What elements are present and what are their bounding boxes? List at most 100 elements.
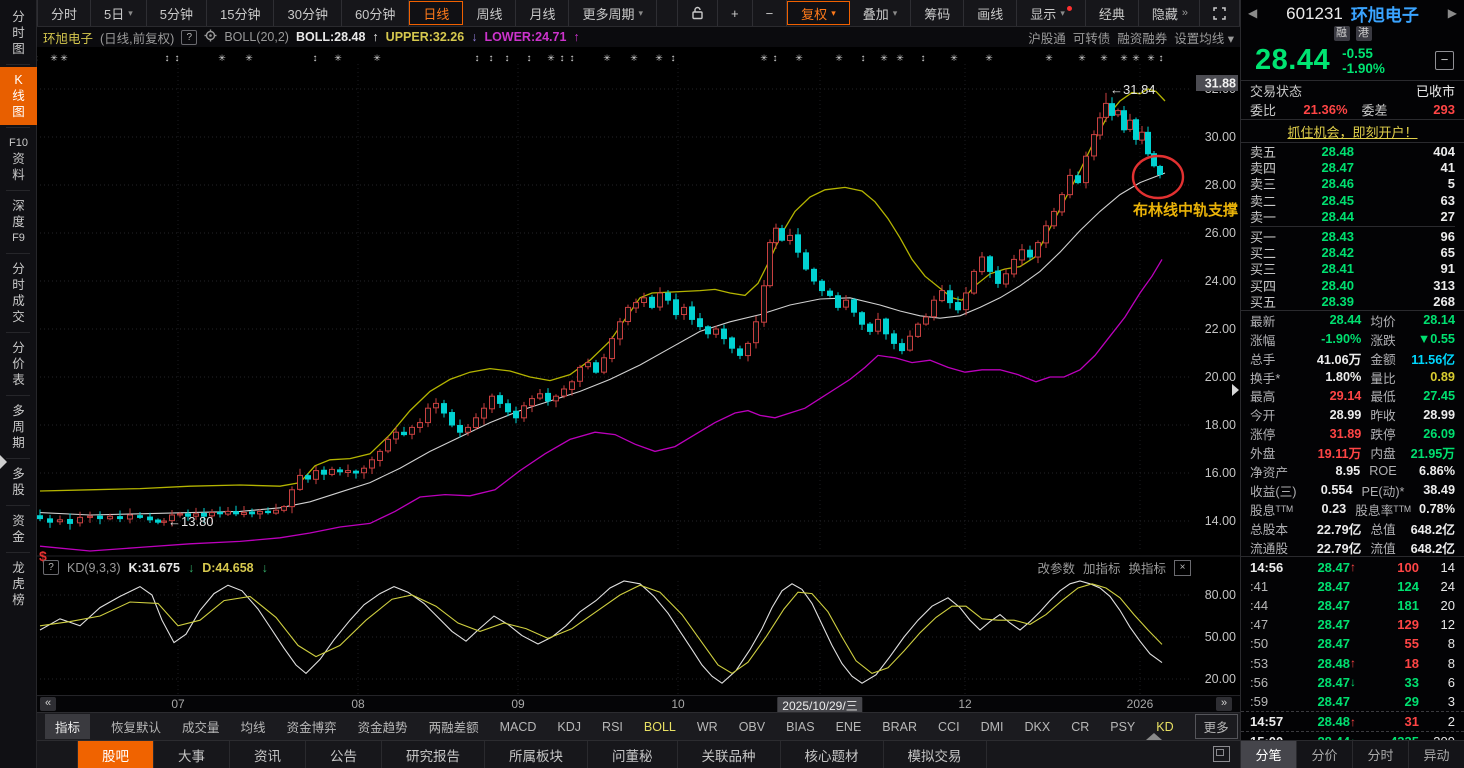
ask-row[interactable]: 卖四 28.47 41 <box>1241 159 1464 176</box>
indicator-tab-恢复默认[interactable]: 恢复默认 <box>111 717 161 736</box>
ask-row[interactable]: 卖五 28.48 404 <box>1241 143 1464 160</box>
indicator-tab-BIAS[interactable]: BIAS <box>786 720 815 734</box>
indicator-tab-BOLL[interactable]: BOLL <box>644 720 676 734</box>
kd-action-1[interactable]: 加指标 <box>1083 558 1121 577</box>
toolbar-classic-button[interactable]: 经典 <box>1086 0 1139 26</box>
right-panel-collapse-handle[interactable] <box>1232 384 1239 396</box>
toolbar-lock-button[interactable] <box>676 0 718 26</box>
bid-row[interactable]: 买二 28.42 65 <box>1241 244 1464 261</box>
close-icon[interactable]: × <box>1174 559 1191 576</box>
indicator-tab-资金趋势[interactable]: 资金趋势 <box>358 717 408 736</box>
tick-row[interactable]: :59 28.47 29 3 <box>1241 692 1464 711</box>
sidebar-item-multi-period[interactable]: 多周期 <box>0 398 37 456</box>
tick-tab-异动[interactable]: 异动 <box>1409 741 1464 768</box>
sidebar-item-funds[interactable]: 资金 <box>0 508 37 550</box>
gear-icon[interactable] <box>204 29 217 45</box>
sidebar-expand-handle[interactable] <box>0 455 7 469</box>
period-tab-fenshi[interactable]: 分时 <box>37 0 92 26</box>
toolbar-hide-button[interactable]: 隐藏» <box>1139 0 1200 26</box>
indicator-tab-BRAR[interactable]: BRAR <box>882 720 917 734</box>
bottom-tab-bankuai[interactable]: 所属板块 <box>485 741 588 768</box>
bid-row[interactable]: 买四 28.40 313 <box>1241 277 1464 294</box>
indicator-tab-KDJ[interactable]: KDJ <box>557 720 581 734</box>
tick-row[interactable]: :50 28.47 55 8 <box>1241 634 1464 653</box>
sidebar-item-f10[interactable]: F10 资料 <box>0 130 37 188</box>
toolbar-fullscreen-button[interactable] <box>1200 0 1240 26</box>
tick-row[interactable]: :44 28.47 181 20 <box>1241 596 1464 615</box>
restore-panel-icon[interactable] <box>1213 746 1230 762</box>
period-tab-5d[interactable]: 5日 ▾ <box>91 0 147 26</box>
period-tab-30m[interactable]: 30分钟 <box>274 0 342 26</box>
indicator-tab-PSY[interactable]: PSY <box>1110 720 1135 734</box>
prev-stock-arrow[interactable]: ◀ <box>1248 6 1257 20</box>
toolbar-chips-button[interactable]: 筹码 <box>911 0 965 26</box>
bottom-tab-ticai[interactable]: 核心题材 <box>781 741 884 768</box>
period-tab-more-period[interactable]: 更多周期 ▾ <box>569 0 658 26</box>
toolbar-fuquan-button[interactable]: 复权 ▾ <box>787 1 850 25</box>
tick-row[interactable]: :41 28.47 124 24 <box>1241 577 1464 596</box>
kd-action-2[interactable]: 换指标 <box>1128 558 1166 577</box>
period-tab-15m[interactable]: 15分钟 <box>207 0 275 26</box>
tick-row[interactable]: :53 28.48 ↑ 18 8 <box>1241 653 1464 672</box>
indicator-tab-资金博弈[interactable]: 资金博弈 <box>287 717 337 736</box>
period-tab-weekly[interactable]: 周线 <box>463 0 517 26</box>
bottom-tab-moni[interactable]: 模拟交易 <box>884 741 987 768</box>
tick-row[interactable]: :47 28.47 129 12 <box>1241 615 1464 634</box>
bid-row[interactable]: 买一 28.43 96 <box>1241 228 1464 245</box>
period-tab-monthly[interactable]: 月线 <box>516 0 570 26</box>
toolbar-zoom-out-button[interactable]: − <box>753 0 788 26</box>
tick-row[interactable]: 14:56 28.47 ↑ 100 14 <box>1241 557 1464 576</box>
sidebar-item-kline[interactable]: K线图 <box>0 67 37 125</box>
tick-tab-分笔[interactable]: 分笔 <box>1241 741 1297 768</box>
sidebar-item-depth[interactable]: 深度 F9 <box>0 193 37 251</box>
period-tab-5m[interactable]: 5分钟 <box>147 0 208 26</box>
scroll-left-icon[interactable]: « <box>40 697 56 711</box>
period-tab-daily[interactable]: 日线 <box>409 1 464 25</box>
collapse-caret-icon[interactable] <box>1146 733 1162 740</box>
bid-row[interactable]: 买五 28.39 268 <box>1241 294 1464 310</box>
indicator-tab-均线[interactable]: 均线 <box>241 717 266 736</box>
sidebar-item-dragon-tiger[interactable]: 龙虎榜 <box>0 555 37 613</box>
ask-row[interactable]: 卖一 28.44 27 <box>1241 209 1464 225</box>
toolbar-zoom-in-button[interactable]: + <box>718 0 753 26</box>
toolbar-display-button[interactable]: 显示 ▾ <box>1017 0 1086 26</box>
bottom-tab-guba[interactable]: 股吧 <box>77 741 154 768</box>
kd-help-icon[interactable]: ? <box>43 560 59 575</box>
info-link-0[interactable]: 沪股通 <box>1028 28 1066 47</box>
indicator-tab-DKX[interactable]: DKX <box>1024 720 1050 734</box>
info-link-2[interactable]: 融资融券 <box>1117 28 1167 47</box>
indicator-tab-RSI[interactable]: RSI <box>602 720 623 734</box>
bottom-tab-yanbao[interactable]: 研究报告 <box>382 741 485 768</box>
kd-action-0[interactable]: 改参数 <box>1037 558 1075 577</box>
toolbar-overlay-button[interactable]: 叠加 ▾ <box>850 0 912 26</box>
indicator-tab-两融差额[interactable]: 两融差额 <box>429 717 479 736</box>
indicator-tab-WR[interactable]: WR <box>697 720 718 734</box>
kline-chart-canvas[interactable]: 32.0030.0028.0026.0024.0022.0020.0018.00… <box>0 47 1240 712</box>
indicator-tab-DMI[interactable]: DMI <box>981 720 1004 734</box>
indicator-tab-MACD[interactable]: MACD <box>500 720 537 734</box>
indicator-tab-CR[interactable]: CR <box>1071 720 1089 734</box>
tick-tab-分价[interactable]: 分价 <box>1297 741 1353 768</box>
ask-row[interactable]: 卖二 28.45 63 <box>1241 192 1464 209</box>
indicator-tab-OBV[interactable]: OBV <box>739 720 765 734</box>
ask-row[interactable]: 卖三 28.46 5 <box>1241 176 1464 192</box>
period-tab-60m[interactable]: 60分钟 <box>342 0 410 26</box>
sidebar-item-price-table[interactable]: 分价表 <box>0 335 37 393</box>
bottom-tab-dongmi[interactable]: 问董秘 <box>588 741 678 768</box>
toolbar-draw-button[interactable]: 画线 <box>964 0 1018 26</box>
next-stock-arrow[interactable]: ▶ <box>1448 6 1457 20</box>
tick-tab-分时[interactable]: 分时 <box>1353 741 1409 768</box>
bottom-tab-gonggao[interactable]: 公告 <box>306 741 382 768</box>
bottom-tab-guanlian[interactable]: 关联品种 <box>678 741 781 768</box>
bottom-tab-dashi[interactable]: 大事 <box>154 741 230 768</box>
tick-row[interactable]: 14:57 28.48 ↑ 31 2 <box>1241 710 1464 731</box>
tick-row[interactable]: :56 28.47 ↓ 33 6 <box>1241 673 1464 692</box>
sidebar-item-minute[interactable]: 分时图 <box>0 4 37 62</box>
indicator-tab-更多[interactable]: 更多 <box>1194 714 1238 739</box>
bottom-tab-zixun[interactable]: 资讯 <box>230 741 306 768</box>
indicator-tab-ENE[interactable]: ENE <box>836 720 862 734</box>
bid-row[interactable]: 买三 28.41 91 <box>1241 261 1464 277</box>
sidebar-item-tick-trades[interactable]: 分时成交 <box>0 256 37 330</box>
indicator-tab-成交量[interactable]: 成交量 <box>182 717 220 736</box>
indicator-tab-CCI[interactable]: CCI <box>938 720 960 734</box>
